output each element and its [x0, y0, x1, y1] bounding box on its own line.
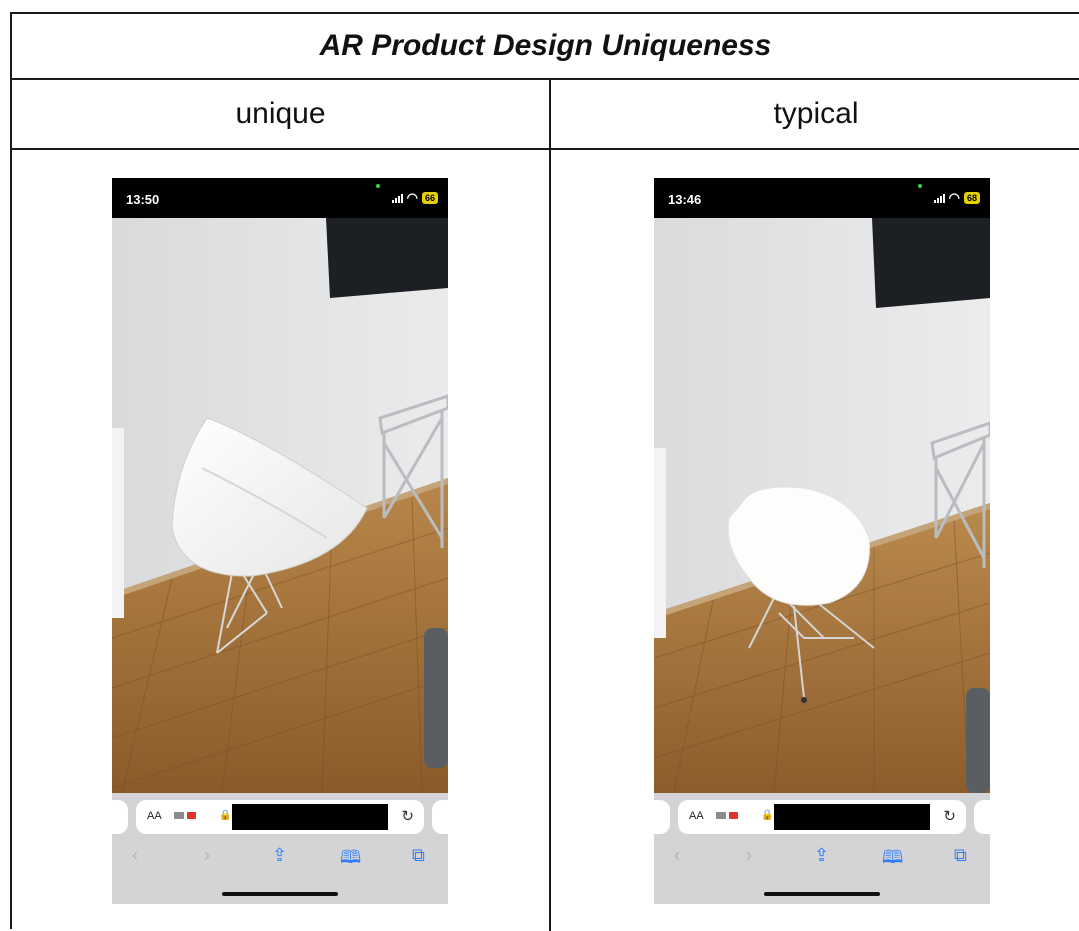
url-redacted — [774, 804, 930, 830]
signal-icon — [933, 193, 945, 203]
home-indicator — [222, 892, 338, 896]
wifi-icon: ◠ — [948, 190, 960, 205]
phone-screenshot-typical: 13:46 ◠ 68 AA 🔒 ↻ ‹ › ⇪ 🕮 ⧉ — [654, 178, 990, 904]
url-redacted — [232, 804, 388, 830]
lock-icon: 🔒 — [761, 810, 774, 821]
status-bar: 13:50 ◠ 66 — [112, 178, 448, 218]
bookmarks-icon[interactable]: 🕮 — [340, 845, 361, 875]
address-bar[interactable]: AA 🔒 ↻ — [678, 800, 966, 834]
reload-icon[interactable]: ↻ — [943, 807, 956, 825]
camera-indicator-dot — [376, 184, 380, 188]
next-tab-pill[interactable] — [432, 800, 448, 834]
reload-icon[interactable]: ↻ — [401, 807, 414, 825]
browser-toolbar: AA 🔒 ↻ ‹ › ⇪ 🕮 ⧉ — [654, 793, 990, 904]
back-icon[interactable]: ‹ — [132, 845, 138, 866]
browser-nav-row: ‹ › ⇪ 🕮 ⧉ — [112, 845, 448, 871]
wall-tv — [326, 218, 448, 298]
share-icon[interactable]: ⇪ — [272, 845, 287, 866]
share-icon[interactable]: ⇪ — [814, 845, 829, 866]
camera-indicator-dot — [918, 184, 922, 188]
door-frame — [654, 448, 666, 638]
text-size-button[interactable]: AA — [147, 810, 162, 822]
ar-camera-view — [112, 218, 448, 793]
signal-icon — [391, 193, 403, 203]
browser-nav-row: ‹ › ⇪ 🕮 ⧉ — [654, 845, 990, 871]
battery-icon: 66 — [421, 192, 438, 204]
status-time: 13:50 — [126, 192, 160, 207]
text-size-button[interactable]: AA — [689, 810, 704, 822]
bookmarks-icon[interactable]: 🕮 — [882, 845, 903, 875]
previous-tab-pill[interactable] — [112, 800, 128, 834]
tabs-icon[interactable]: ⧉ — [954, 845, 967, 866]
previous-tab-pill[interactable] — [654, 800, 670, 834]
lock-icon: 🔒 — [219, 810, 232, 821]
camera-in-use-icon — [716, 812, 738, 819]
wall-tv — [872, 218, 990, 308]
status-time: 13:46 — [668, 192, 702, 207]
browser-toolbar: AA 🔒 ↻ ‹ › ⇪ 🕮 ⧉ — [112, 793, 448, 904]
address-bar[interactable]: AA 🔒 ↻ — [136, 800, 424, 834]
home-indicator — [764, 892, 880, 896]
ar-camera-view — [654, 218, 990, 793]
sofa-arm — [424, 628, 448, 768]
column-header-unique: unique — [12, 80, 551, 150]
next-tab-pill[interactable] — [974, 800, 990, 834]
wifi-icon: ◠ — [406, 190, 418, 205]
phone-screenshot-unique: 13:50 ◠ 66 AA 🔒 ↻ ‹ › ⇪ 🕮 ⧉ — [112, 178, 448, 904]
status-icons: ◠ 68 — [933, 190, 980, 206]
back-icon[interactable]: ‹ — [674, 845, 680, 866]
door-frame — [112, 428, 124, 618]
status-icons: ◠ 66 — [391, 190, 438, 206]
tabs-icon[interactable]: ⧉ — [412, 845, 425, 866]
sofa-arm — [966, 688, 990, 793]
battery-icon: 68 — [963, 192, 980, 204]
column-header-typical: typical — [551, 80, 1079, 150]
table-title: AR Product Design Uniqueness — [12, 14, 1079, 80]
camera-in-use-icon — [174, 812, 196, 819]
forward-icon[interactable]: › — [204, 845, 210, 866]
column-divider — [549, 150, 551, 931]
status-bar: 13:46 ◠ 68 — [654, 178, 990, 218]
forward-icon[interactable]: › — [746, 845, 752, 866]
